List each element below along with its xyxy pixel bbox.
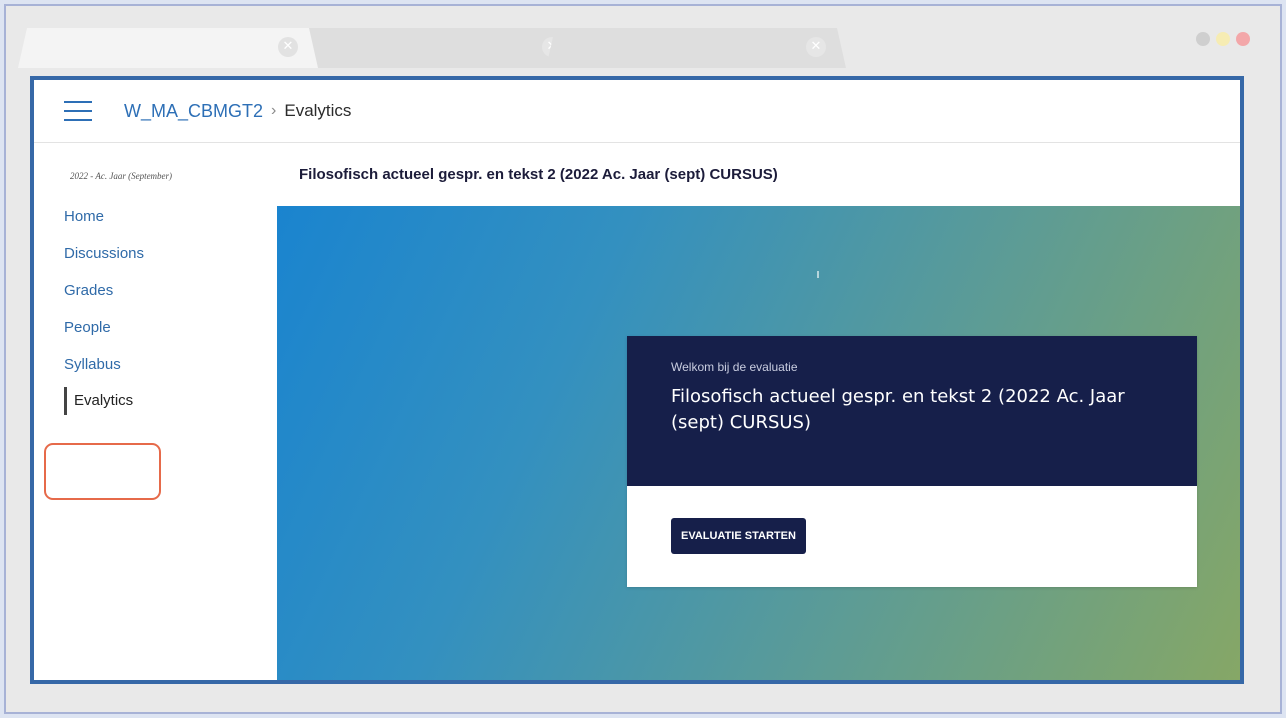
close-dot-icon[interactable] [1236, 32, 1250, 46]
tab-strip: ✕ ✕ ✕ [6, 6, 1280, 68]
course-nav: Home Discussions Grades People Syllabus … [64, 202, 144, 415]
main-content: Filosofisch actueel gespr. en tekst 2 (2… [277, 143, 1240, 680]
maximize-dot-icon[interactable] [1216, 32, 1230, 46]
start-evaluation-button[interactable]: EVALUATIE STARTEN [671, 518, 806, 554]
evaluation-card-footer: EVALUATIE STARTEN [627, 486, 1197, 587]
sidebar-item-syllabus[interactable]: Syllabus [64, 350, 144, 387]
sidebar-item-people[interactable]: People [64, 313, 144, 350]
breadcrumb-separator-icon: › [271, 102, 277, 119]
sidebar-item-home[interactable]: Home [64, 202, 144, 239]
sidebar-item-grades[interactable]: Grades [64, 276, 144, 313]
breadcrumb-course-link[interactable]: W_MA_CBMGT2 [124, 101, 263, 122]
term-label: 2022 - Ac. Jaar (September) [70, 171, 173, 181]
course-title-header: Filosofisch actueel gespr. en tekst 2 (2… [277, 143, 1240, 206]
browser-tab-3[interactable]: ✕ [546, 28, 846, 68]
course-sidebar: 2022 - Ac. Jaar (September) Home Discuss… [34, 143, 277, 680]
close-tab-icon[interactable]: ✕ [278, 37, 298, 57]
hero-banner: Welkom bij de evaluatie Filosofisch actu… [277, 206, 1240, 680]
top-navigation-bar: W_MA_CBMGT2 › Evalytics [34, 80, 1240, 143]
evaluation-card: Welkom bij de evaluatie Filosofisch actu… [627, 336, 1197, 587]
card-welcome-text: Welkom bij de evaluatie [671, 360, 798, 374]
hamburger-menu-icon[interactable] [64, 101, 92, 121]
evaluation-card-header: Welkom bij de evaluatie Filosofisch actu… [627, 336, 1197, 486]
evalytics-highlight-box [44, 443, 161, 500]
lms-window: W_MA_CBMGT2 › Evalytics 2022 - Ac. Jaar … [30, 76, 1244, 684]
browser-tab-2[interactable]: ✕ [282, 28, 582, 68]
browser-tab-1[interactable]: ✕ [18, 28, 318, 68]
sidebar-item-evalytics[interactable]: Evalytics [64, 387, 144, 415]
close-tab-icon[interactable]: ✕ [806, 37, 826, 57]
minimize-dot-icon[interactable] [1196, 32, 1210, 46]
card-course-title: Filosofisch actueel gespr. en tekst 2 (2… [671, 386, 1125, 433]
sidebar-item-discussions[interactable]: Discussions [64, 239, 144, 276]
breadcrumb-current-page: Evalytics [284, 101, 352, 120]
hero-mark [817, 271, 819, 278]
window-controls [1196, 32, 1250, 46]
